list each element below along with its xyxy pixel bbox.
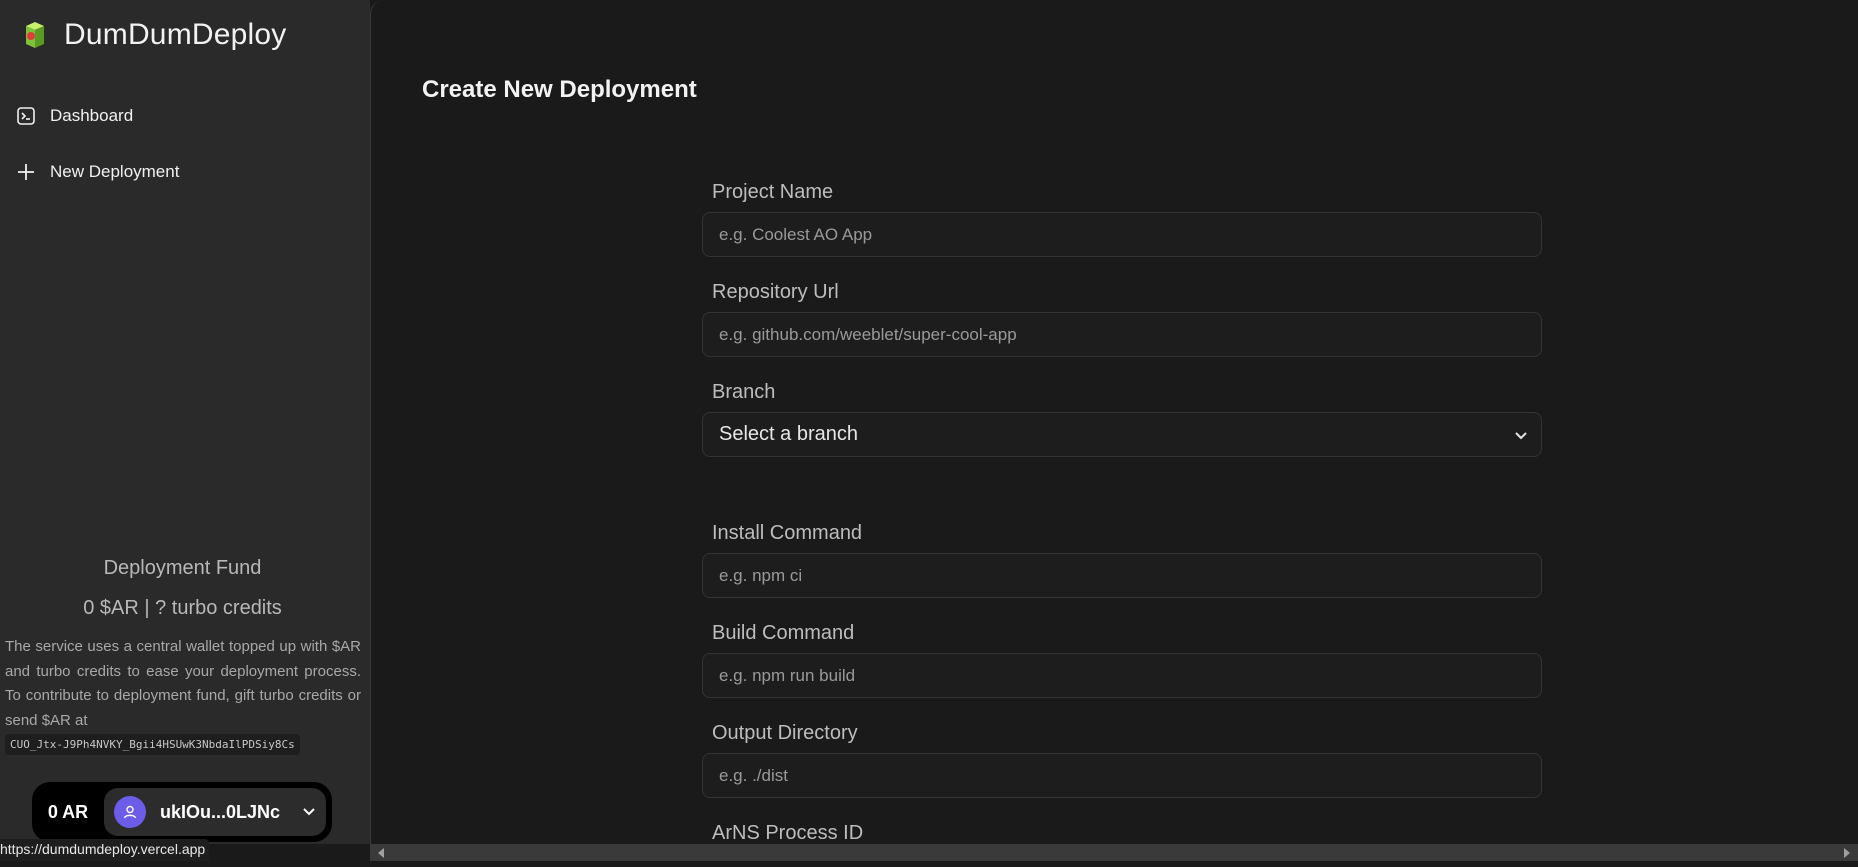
wallet-balance: 0 AR	[47, 801, 89, 822]
brand[interactable]: DumDumDeploy	[22, 18, 286, 52]
sidebar-item-new-deployment[interactable]: New Deployment	[16, 162, 179, 182]
fund-description: The service uses a central wallet topped…	[5, 638, 361, 729]
fund-balance: 0 $AR | ? turbo credits	[83, 597, 282, 619]
output-directory-input[interactable]: e.g. ./dist	[702, 753, 1542, 798]
account-button[interactable]: ukIOu...0LJNc	[104, 788, 326, 836]
plus-icon	[16, 162, 36, 182]
output-directory-label: Output Directory	[712, 722, 858, 744]
status-bar-url: https://dumdumdeploy.vercel.app	[0, 839, 210, 863]
fund-title: Deployment Fund	[103, 557, 262, 579]
scroll-left-icon[interactable]	[378, 848, 384, 858]
chevron-down-icon	[302, 805, 316, 819]
main-content: Create New Deployment Project Name e.g. …	[370, 0, 1858, 844]
repository-url-label: Repository Url	[712, 281, 839, 303]
account-address: ukIOu...0LJNc	[160, 801, 281, 822]
avatar	[114, 796, 146, 828]
arns-process-id-label: ArNS Process ID	[712, 822, 864, 844]
sidebar-item-label: Dashboard	[50, 106, 134, 125]
logo-icon	[22, 20, 48, 50]
repository-url-input[interactable]: e.g. github.com/weeblet/super-cool-app	[702, 312, 1542, 357]
branch-select-value: Select a branch	[719, 423, 858, 445]
sidebar-item-label: New Deployment	[50, 162, 180, 181]
project-name-label: Project Name	[712, 181, 834, 203]
build-command-input[interactable]: e.g. npm run build	[702, 653, 1542, 698]
page-title: Create New Deployment	[422, 76, 697, 103]
wallet-connect-button[interactable]: 0 AR ukIOu...0LJNc	[32, 782, 332, 842]
app-window: DumDumDeploy Dashboard New Deployment De…	[0, 0, 1858, 867]
branch-select[interactable]: Select a branch	[702, 412, 1542, 457]
branch-label: Branch	[712, 381, 776, 403]
project-name-input[interactable]: e.g. Coolest AO App	[702, 212, 1542, 257]
sidebar-item-dashboard[interactable]: Dashboard	[16, 106, 133, 126]
install-command-input[interactable]: e.g. npm ci	[702, 553, 1542, 598]
brand-name: DumDumDeploy	[64, 18, 287, 51]
fund-wallet-address[interactable]: CUO_Jtx-J9Ph4NVKY_Bgii4HSUwK3NbdaIlPDSiy…	[5, 734, 300, 755]
bottom-edge	[0, 861, 1858, 867]
scroll-right-icon[interactable]	[1844, 848, 1850, 858]
terminal-icon	[16, 106, 36, 126]
horizontal-scrollbar[interactable]	[370, 844, 1858, 861]
chevron-down-icon	[1515, 423, 1527, 446]
install-command-label: Install Command	[712, 522, 863, 544]
sidebar: DumDumDeploy Dashboard New Deployment De…	[0, 0, 370, 844]
build-command-label: Build Command	[712, 622, 855, 644]
